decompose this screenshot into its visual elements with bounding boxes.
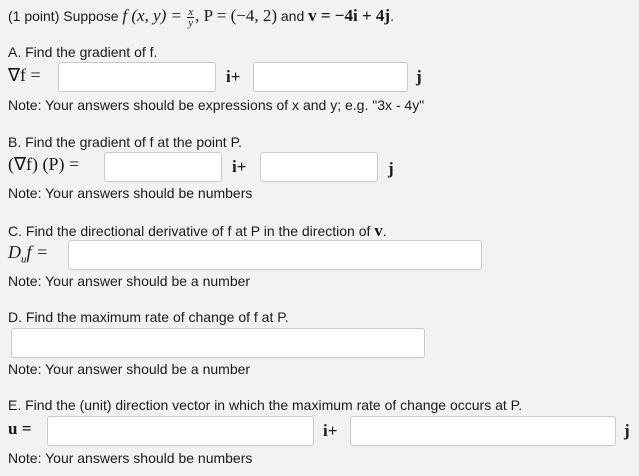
vector-definition: v = −4i + 4j xyxy=(308,6,391,25)
problem-statement: (1 point) Suppose f (x, y) = xy, P = (−4… xyxy=(8,5,394,29)
part-e-answer-i[interactable] xyxy=(47,416,314,446)
part-a-label: ∇f = xyxy=(8,65,41,85)
part-b-j-label: j xyxy=(388,159,394,178)
part-e-answer-j[interactable] xyxy=(350,416,616,446)
part-b-note: Note: Your answers should be numbers xyxy=(8,185,253,201)
header-prefix: (1 point) Suppose xyxy=(8,8,123,24)
point-definition: , P = (−4, 2) xyxy=(195,6,277,25)
part-e-note: Note: Your answers should be numbers xyxy=(8,450,253,466)
part-c-note: Note: Your answer should be a number xyxy=(8,273,251,289)
fraction: xy xyxy=(187,5,195,29)
part-e-title: E. Find the (unit) direction vector in w… xyxy=(8,397,523,413)
part-b-label: (∇f) (P) = xyxy=(8,154,80,174)
part-a-title: A. Find the gradient of f. xyxy=(8,44,158,60)
part-e-label: u = xyxy=(8,419,32,438)
part-b-answer-i[interactable] xyxy=(104,152,222,182)
part-c-label: Duf = xyxy=(8,242,49,266)
part-b-title: B. Find the gradient of f at the point P… xyxy=(8,134,243,150)
and-text: and xyxy=(276,8,309,24)
part-a-answer-i[interactable] xyxy=(58,62,216,92)
part-e-j-label: j xyxy=(624,421,630,440)
part-e-i-label: i+ xyxy=(323,421,338,440)
direction-vector: v xyxy=(374,221,383,240)
part-c-answer[interactable] xyxy=(68,240,482,270)
part-a-i-label: i+ xyxy=(226,67,241,86)
part-d-note: Note: Your answer should be a number xyxy=(8,361,251,377)
function-definition: f (x, y) = xy, P = (−4, 2) xyxy=(122,5,277,29)
part-a-j-label: j xyxy=(416,67,422,86)
part-d-title: D. Find the maximum rate of change of f … xyxy=(8,309,289,325)
part-a-answer-j[interactable] xyxy=(253,62,408,92)
part-d-answer[interactable] xyxy=(11,328,425,358)
part-b-answer-j[interactable] xyxy=(260,152,378,182)
part-a-note: Note: Your answers should be expressions… xyxy=(8,97,425,113)
part-c-title: C. Find the directional derivative of f … xyxy=(8,221,387,240)
part-b-i-label: i+ xyxy=(232,157,247,176)
